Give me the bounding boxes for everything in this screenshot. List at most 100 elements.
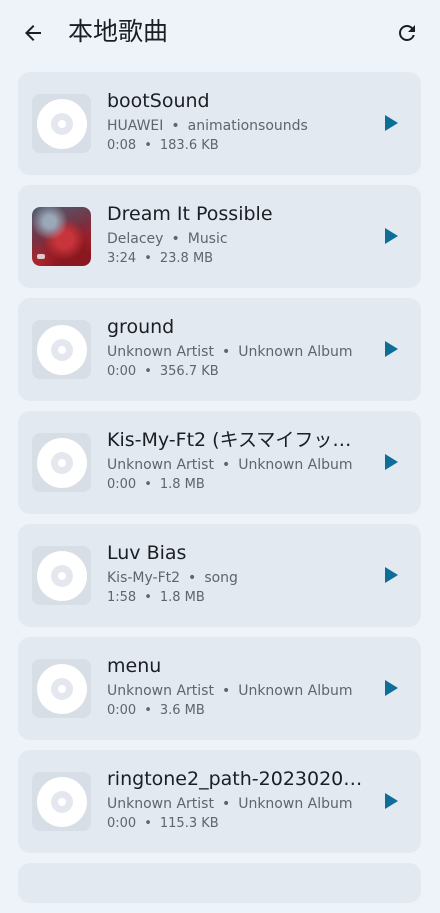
song-duration: 0:00	[107, 816, 137, 831]
song-item[interactable]: Luv Bias Kis-My-Ft2 • song 1:58 • 1.8 MB	[18, 524, 421, 627]
song-item[interactable]: ringtone2_path-2023020… Unknown Artist • U…	[18, 750, 421, 853]
song-album: animationsounds	[187, 118, 308, 134]
song-artist: Delacey	[107, 231, 164, 247]
song-info: ringtone2_path-2023020… Unknown Artist • U…	[107, 766, 377, 834]
song-album: Unknown Album	[238, 344, 353, 360]
song-title: Luv Bias	[107, 542, 187, 564]
song-duration-size: 0:00 • 356.7 KB	[107, 362, 377, 382]
disc-icon	[36, 324, 87, 375]
song-duration-size: 0:00 • 115.3 KB	[107, 814, 377, 834]
song-title: menu	[107, 655, 162, 677]
disc-icon	[36, 776, 87, 827]
play-icon	[385, 341, 398, 357]
album-art	[32, 94, 91, 153]
song-album: Unknown Album	[238, 457, 353, 473]
refresh-button[interactable]	[390, 16, 424, 50]
song-size: 1.8 MB	[159, 477, 205, 492]
page-title: 本地歌曲	[68, 17, 169, 46]
logo-mark	[37, 254, 45, 259]
song-duration: 0:08	[107, 138, 137, 153]
play-button[interactable]	[381, 113, 401, 133]
back-button[interactable]	[16, 16, 50, 50]
separator: •	[221, 683, 231, 699]
song-title: bootSound	[107, 90, 210, 112]
song-item[interactable]: menu Unknown Artist • Unknown Album 0:00 • 3…	[18, 637, 421, 740]
song-info: Luv Bias Kis-My-Ft2 • song 1:58 • 1.8 MB	[107, 540, 377, 608]
separator: •	[221, 457, 231, 473]
play-button[interactable]	[381, 226, 401, 246]
separator: •	[171, 118, 180, 134]
disc-icon	[36, 98, 87, 149]
song-item[interactable]: Kis-My-Ft2 (キスマイフッ… Unknown Artist • Unkno…	[18, 411, 421, 514]
song-artist-album: Unknown Artist • Unknown Album	[107, 342, 377, 362]
song-artist: Unknown Artist	[107, 344, 214, 360]
song-artist-album: Unknown Artist • Unknown Album	[107, 455, 377, 475]
disc-icon	[36, 550, 87, 601]
play-button[interactable]	[381, 452, 401, 472]
song-size: 356.7 KB	[159, 364, 219, 379]
song-artist: Kis-My-Ft2	[107, 570, 181, 586]
song-item[interactable]: ground Unknown Artist • Unknown Album 0:00…	[18, 298, 421, 401]
disc-icon	[36, 663, 87, 714]
song-title: ringtone2_path-2023020…	[107, 768, 363, 790]
song-duration-size: 3:24 • 23.8 MB	[107, 249, 377, 269]
separator: •	[144, 477, 152, 492]
play-button[interactable]	[381, 678, 401, 698]
album-art	[32, 659, 91, 718]
song-artist: Unknown Artist	[107, 457, 214, 473]
song-artist-album: Delacey • Music	[107, 229, 377, 249]
song-list: bootSound HUAWEI • animationsounds 0:08 • 18…	[18, 72, 421, 913]
song-info: menu Unknown Artist • Unknown Album 0:00 • 3…	[107, 653, 377, 721]
arrow-left-icon	[25, 25, 41, 41]
song-artist-album: Unknown Artist • Unknown Album	[107, 681, 377, 701]
song-album: Unknown Album	[238, 796, 353, 812]
separator: •	[144, 703, 152, 718]
song-size: 1.8 MB	[159, 590, 205, 605]
separator: •	[221, 344, 231, 360]
song-item[interactable]: bootSound HUAWEI • animationsounds 0:08 • 18…	[18, 72, 421, 175]
song-artist: HUAWEI	[107, 118, 164, 134]
song-album: Unknown Album	[238, 683, 353, 699]
song-duration: 1:58	[107, 590, 137, 605]
song-artist-album: HUAWEI • animationsounds	[107, 116, 377, 136]
top-app-bar: 本地歌曲	[0, 0, 440, 64]
separator: •	[188, 570, 197, 586]
play-button[interactable]	[381, 339, 401, 359]
song-duration-size: 1:58 • 1.8 MB	[107, 588, 377, 608]
separator: •	[144, 251, 152, 266]
song-info: ground Unknown Artist • Unknown Album 0:00…	[107, 314, 377, 382]
album-art	[32, 207, 91, 266]
album-art	[32, 546, 91, 605]
play-icon	[385, 793, 398, 809]
song-info: Kis-My-Ft2 (キスマイフッ… Unknown Artist • Unkno…	[107, 427, 377, 495]
song-artist-album: Kis-My-Ft2 • song	[107, 568, 377, 588]
song-item[interactable]: Dream It Possible Delacey • Music 3:24 • 23.…	[18, 185, 421, 288]
disc-icon	[36, 437, 87, 488]
song-duration: 0:00	[107, 477, 137, 492]
song-duration: 3:24	[107, 251, 137, 266]
song-title: Dream It Possible	[107, 203, 273, 225]
separator: •	[144, 590, 152, 605]
play-button[interactable]	[381, 565, 401, 585]
separator: •	[144, 138, 152, 153]
play-button[interactable]	[381, 791, 401, 811]
separator: •	[171, 231, 180, 247]
song-item-partial[interactable]	[18, 863, 421, 903]
song-size: 115.3 KB	[159, 816, 219, 831]
play-icon	[385, 680, 398, 696]
song-artist: Unknown Artist	[107, 796, 214, 812]
album-cover-image	[32, 207, 91, 266]
song-artist: Unknown Artist	[107, 683, 214, 699]
song-info: Dream It Possible Delacey • Music 3:24 • 23.…	[107, 201, 377, 269]
play-icon	[385, 228, 398, 244]
separator: •	[144, 364, 152, 379]
song-album: Music	[187, 231, 228, 247]
refresh-icon	[399, 25, 415, 41]
song-duration-size: 0:00 • 1.8 MB	[107, 475, 377, 495]
song-size: 23.8 MB	[159, 251, 214, 266]
song-title: Kis-My-Ft2 (キスマイフッ…	[107, 429, 352, 451]
play-icon	[385, 454, 398, 470]
play-icon	[385, 115, 398, 131]
song-duration-size: 0:08 • 183.6 KB	[107, 136, 377, 156]
song-title: ground	[107, 316, 175, 338]
